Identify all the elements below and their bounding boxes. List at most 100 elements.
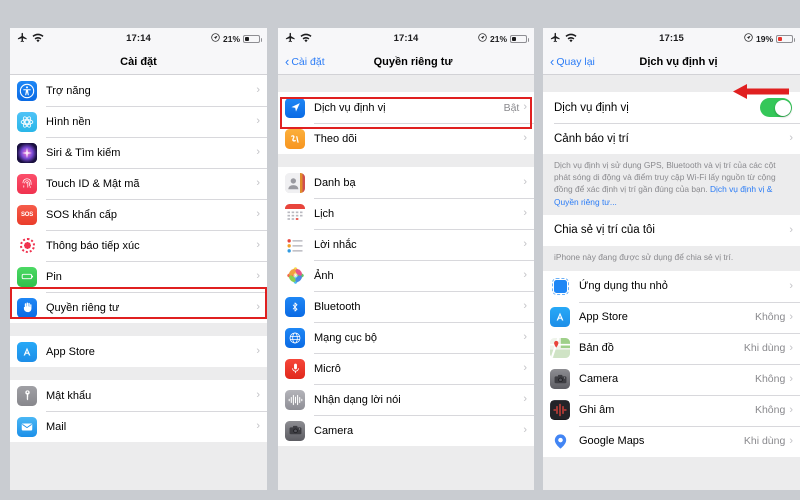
list-item-voice-memos[interactable]: Ghi âm Không › <box>543 394 800 426</box>
app-store-icon <box>550 307 570 328</box>
list-item-microphone[interactable]: Micrô › <box>278 353 534 384</box>
airplane-icon <box>17 32 28 45</box>
battery-icon <box>510 34 529 43</box>
sidebar-item-accessibility[interactable]: Trợ năng › <box>10 75 267 106</box>
chevron-right-icon: › <box>256 301 260 313</box>
chevron-right-icon: › <box>789 341 793 354</box>
sidebar-item-wallpaper[interactable]: Hình nền › <box>10 106 267 137</box>
section-gap <box>278 154 534 167</box>
sidebar-item-app-store[interactable]: App Store › <box>10 336 267 367</box>
sidebar-item-label: Pin <box>46 270 62 283</box>
location-arrow-icon <box>744 33 753 44</box>
back-button[interactable]: ‹ Quay lại <box>550 55 595 68</box>
list-item-camera[interactable]: Camera › <box>278 415 534 446</box>
nav-bar: ‹ Quay lại Dịch vụ định vị <box>543 49 800 75</box>
list-item-local-network[interactable]: Mạng cục bộ › <box>278 322 534 353</box>
list-item-camera[interactable]: Camera Không › <box>543 363 800 395</box>
back-button[interactable]: ‹ Cài đặt <box>285 55 325 68</box>
list-item-app-clips[interactable]: Ứng dụng thu nhỏ › <box>543 270 800 302</box>
speech-recognition-icon <box>285 389 305 410</box>
location-services-note: Dịch vụ định vị sử dụng GPS, Bluetooth v… <box>543 154 800 215</box>
camera-icon <box>285 420 305 441</box>
status-left <box>550 32 577 45</box>
row-label: Chia sẻ vị trí của tôi <box>554 224 655 237</box>
list-item-label: Bản đồ <box>579 342 614 355</box>
chevron-right-icon: › <box>523 331 527 343</box>
battery-icon <box>776 34 795 43</box>
chevron-right-icon: › <box>256 239 260 251</box>
list-item-label: Ứng dụng thu nhỏ <box>579 280 668 293</box>
row-location-alerts[interactable]: Cảnh báo vị trí › <box>543 123 800 154</box>
phone-screen-settings: 17:14 21% Cài đặt Trợ năng › Hình nền › … <box>10 28 267 490</box>
exposure-notification-icon <box>17 235 37 256</box>
list-item-maps[interactable]: Bản đồ Khi dùng › <box>543 332 800 364</box>
list-item-photos[interactable]: Ảnh › <box>278 260 534 291</box>
chevron-right-icon: › <box>789 434 793 447</box>
list-item-value: Khi dùng <box>743 342 786 355</box>
status-bar: 17:14 21% <box>10 28 267 49</box>
sos-icon: SOS <box>17 204 37 225</box>
chevron-right-icon: › <box>789 310 793 323</box>
settings-list[interactable]: Trợ năng › Hình nền › Siri & Tìm kiếm › <box>10 75 267 490</box>
privacy-hand-icon <box>17 297 37 318</box>
sidebar-item-label: Trợ năng <box>46 84 91 97</box>
sidebar-item-siri-search[interactable]: Siri & Tìm kiếm › <box>10 137 267 168</box>
page-title: Cài đặt <box>120 55 157 68</box>
location-group-apps: Ứng dụng thu nhỏ › App Store Không › Bản… <box>543 270 800 457</box>
google-maps-icon <box>550 431 570 452</box>
list-item-label: Camera <box>579 373 619 386</box>
battery-percent-label: 21% <box>222 33 240 44</box>
list-item-speech-recognition[interactable]: Nhận dạng lời nói › <box>278 384 534 415</box>
touchid-icon <box>17 173 37 194</box>
reminders-icon <box>285 234 305 255</box>
bluetooth-icon <box>285 296 305 317</box>
sidebar-item-label: SOS khẩn cấp <box>46 208 117 221</box>
chevron-right-icon: › <box>789 372 793 385</box>
list-item-value: Khi dùng <box>743 435 786 448</box>
location-services-toggle[interactable] <box>760 98 792 117</box>
app-store-icon <box>17 341 37 362</box>
status-left <box>17 32 44 45</box>
section-gap <box>10 367 267 380</box>
chevron-right-icon: › <box>523 207 527 219</box>
sidebar-item-battery[interactable]: Pin › <box>10 261 267 292</box>
app-clips-icon <box>550 276 570 297</box>
section-gap <box>10 323 267 336</box>
sidebar-item-touchid-passcode[interactable]: Touch ID & Mật mã › <box>10 168 267 199</box>
chevron-right-icon: › <box>256 420 260 432</box>
status-right: 21% <box>478 33 529 44</box>
privacy-group-1: Dịch vụ định vị Bật › Theo dõi › <box>278 92 534 154</box>
section-gap <box>278 75 534 92</box>
chevron-right-icon: › <box>256 84 260 96</box>
red-arrow-icon <box>733 84 789 99</box>
sidebar-item-exposure-notifications[interactable]: Thông báo tiếp xúc › <box>10 230 267 261</box>
list-item-bluetooth[interactable]: Bluetooth › <box>278 291 534 322</box>
chevron-right-icon: › <box>789 403 793 416</box>
list-item-label: Google Maps <box>579 435 645 448</box>
list-item-reminders[interactable]: Lời nhắc › <box>278 229 534 260</box>
chevron-right-icon: › <box>256 208 260 220</box>
photos-icon <box>285 265 305 286</box>
screenshot-stage: 17:14 21% Cài đặt Trợ năng › Hình nền › … <box>0 0 800 500</box>
location-services-list[interactable]: Dịch vụ định vị Cảnh báo vị trí › Dịch v… <box>543 75 800 490</box>
sidebar-item-privacy[interactable]: Quyền riêng tư › <box>10 292 267 323</box>
list-item-label: Lịch <box>314 207 335 220</box>
sidebar-item-label: Mail <box>46 420 67 433</box>
location-group-2: Chia sẻ vị trí của tôi › <box>543 214 800 246</box>
nav-bar: Cài đặt <box>10 49 267 75</box>
battery-percent-label: 21% <box>489 33 507 44</box>
row-share-my-location[interactable]: Chia sẻ vị trí của tôi › <box>543 214 800 246</box>
sidebar-item-passwords[interactable]: Mật khẩu › <box>10 380 267 411</box>
list-item-contacts[interactable]: Danh bạ › <box>278 167 534 198</box>
privacy-list[interactable]: Dịch vụ định vị Bật › Theo dõi › Danh bạ… <box>278 75 534 490</box>
list-item-calendar[interactable]: Lịch › <box>278 198 534 229</box>
sidebar-item-label: Quyền riêng tư <box>46 301 120 314</box>
list-item-tracking[interactable]: Theo dõi › <box>278 123 534 154</box>
back-button-label: Quay lại <box>556 55 595 68</box>
phone-screen-privacy: 17:14 21% ‹ Cài đặt Quyền riêng tư Dịch … <box>278 28 534 490</box>
sidebar-item-emergency-sos[interactable]: SOS SOS khẩn cấp › <box>10 199 267 230</box>
list-item-location-services[interactable]: Dịch vụ định vị Bật › <box>278 92 534 123</box>
list-item-google-maps[interactable]: Google Maps Khi dùng › <box>543 425 800 457</box>
sidebar-item-mail[interactable]: Mail › <box>10 411 267 442</box>
list-item-app-store[interactable]: App Store Không › <box>543 301 800 333</box>
